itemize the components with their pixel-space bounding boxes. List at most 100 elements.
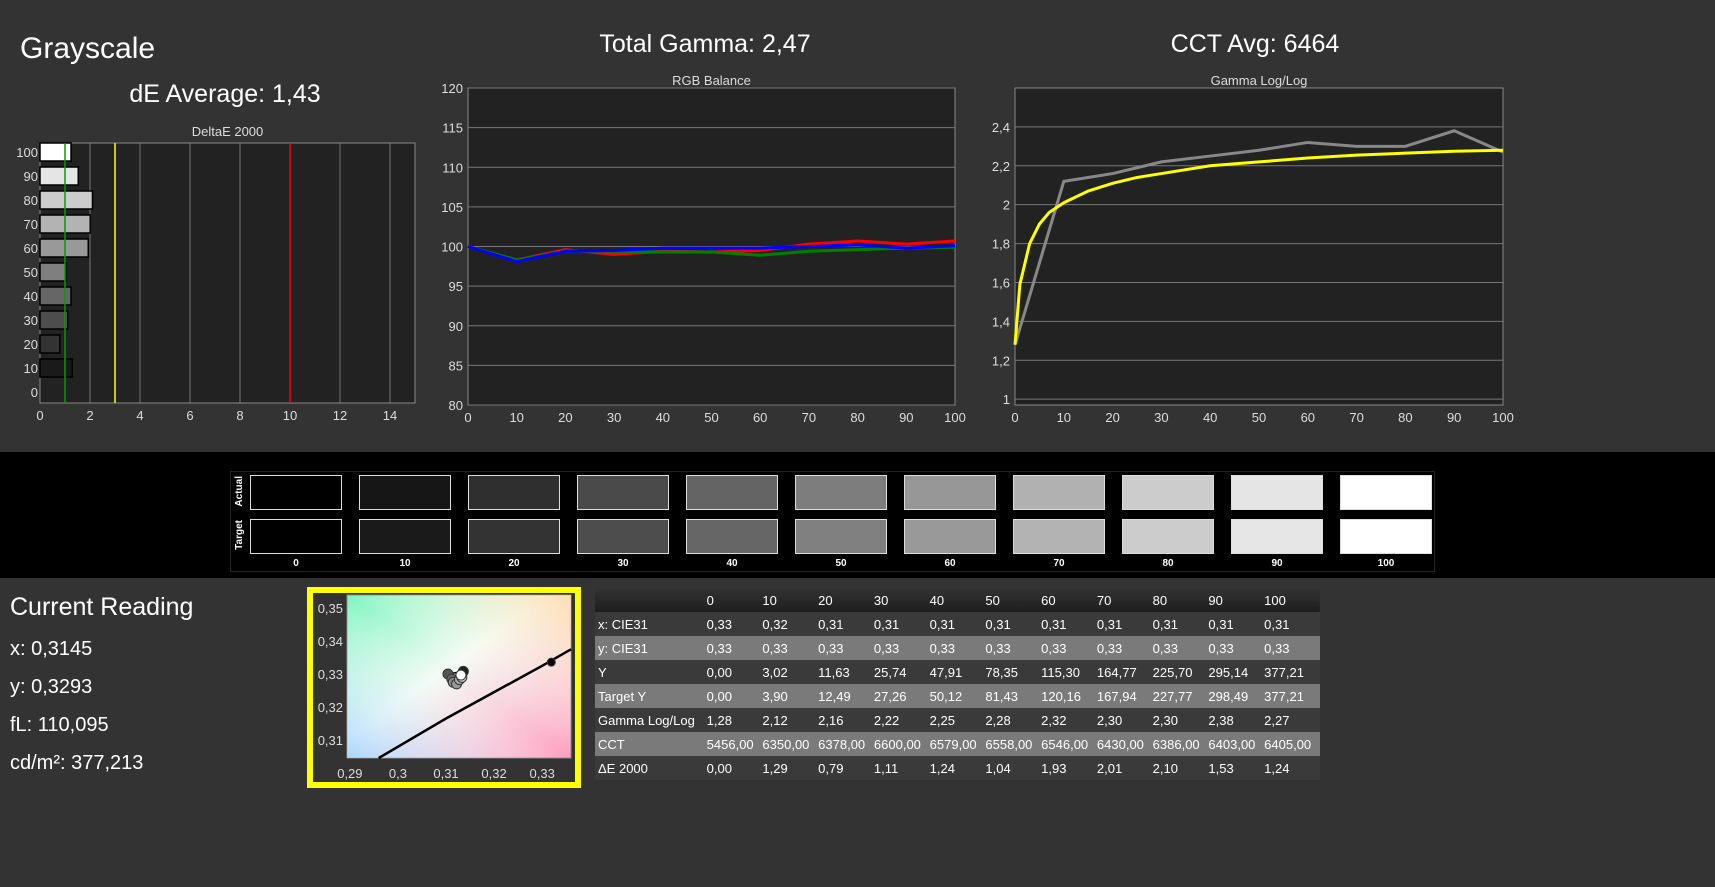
table-cell: 120,16 [1041,688,1081,704]
swatch-level-label: 90 [1271,558,1283,569]
swatch-level-label: 60 [944,558,956,569]
table-cell: 0,33 [1152,640,1178,656]
table-cell: 6579,00 [929,736,977,752]
deltae-x-tick: 10 [283,408,297,423]
gamma-x-tick: 10 [1057,410,1071,425]
actual-swatch [577,475,669,510]
deltae-chart-title: DeltaE 2000 [191,124,264,139]
actual-swatch [1340,475,1432,510]
rgb-balance-y-tick: 100 [441,240,463,255]
table-cell: 2,30 [1096,712,1123,728]
total-gamma: Total Gamma: 2,47 [599,30,811,58]
target-swatch [1231,519,1323,554]
table-row: y: CIE31 0,33 0,33 0,33 0,33 0,33 0,33 0,33 0,33… [595,636,1320,660]
row-label: Y [598,664,607,680]
gamma-y-tick: 1,4 [992,314,1010,329]
gamma-x-tick: 70 [1349,410,1363,425]
gamma-x-tick: 90 [1447,410,1461,425]
deltae-y-tick: 70 [24,217,38,232]
deltae-bar [39,238,89,258]
deltae-y-tick: 20 [24,337,38,352]
rgb-balance-x-tick: 50 [704,410,718,425]
actual-swatch [1231,475,1323,510]
table-row: CCT 5456,00 6350,00 6378,00 6600,00 6579,00 65… [595,732,1320,756]
table-cell: 0,33 [706,616,732,632]
deltae-y-tick: 10 [24,361,38,376]
target-swatch [1122,519,1214,554]
table-row: Gamma Log/Log 1,28 2,12 2,16 2,22 2,25 2,28 2,3… [595,708,1320,732]
gamma-plot-area [1014,87,1504,406]
rgb-balance-y-tick: 90 [449,319,463,334]
top-charts: 0 2 4 6 8 10 12 1401020304050607080901008085909… [16,81,1514,425]
data-table-wrap: 0 10 20 30 40 50 60 70 80 90 100 x: CIE31 0,33 0,32 0,… [595,588,1320,780]
deltae-bar [39,166,79,186]
cie-x-tick: 0,29 [337,766,362,781]
column-header: 80 [1152,592,1168,608]
target-swatch [250,519,342,554]
table-cell: 6405,00 [1264,736,1312,752]
actual-swatch [795,475,887,510]
table-cell: 1,29 [762,760,788,776]
deltae-y-tick: 90 [24,169,38,184]
cie-x-tick: 0,31 [433,766,458,781]
deltae-bar [39,334,61,354]
gamma-x-tick: 80 [1398,410,1412,425]
table-cell: 6600,00 [873,736,921,752]
table-cell: 0,33 [818,640,844,656]
rgb-balance-x-tick: 40 [656,410,670,425]
table-cell: 2,38 [1208,712,1234,728]
row-label: y: CIE31 [598,640,648,656]
rgb-balance-x-tick: 60 [753,410,767,425]
cie-x-tick: 0,33 [530,766,555,781]
table-cell: 6546,00 [1041,736,1089,752]
table-cell: 2,16 [818,712,844,728]
table-cell: 6558,00 [985,736,1033,752]
deltae-bar [39,262,67,282]
deltae-y-tick: 40 [24,289,38,304]
column-header: 0 [706,592,714,608]
gamma-y-tick: 2,4 [992,120,1010,135]
rgb-balance-x-tick: 100 [944,410,966,425]
swatch-level-label: 100 [1377,558,1395,569]
cie-point [546,657,556,667]
table-cell: 0,33 [1096,640,1123,656]
reading-y: y: 0,3293 [10,676,93,698]
table-cell: 25,74 [873,664,907,680]
table-cell: 167,94 [1096,688,1137,704]
deltae-bar [39,190,94,210]
reading-fl: fL: 110,095 [10,714,109,736]
actual-swatch [904,475,996,510]
table-cell: 0,31 [1096,616,1123,632]
deltae-y-tick: 100 [16,145,38,160]
cie-chart: 0,29 0,3 0,31 0,32 0,33 0,31 0,32 0,33 0,34 0,35 [318,594,572,781]
rgb-chart-title: RGB Balance [672,73,751,88]
column-header: 90 [1208,592,1223,608]
table-cell: 0,31 [1152,616,1178,632]
deltae-bar [39,286,72,306]
target-swatch [468,519,560,554]
table-row: Y 0,00 3,02 11,63 25,74 47,91 78,35 115,30 164,7… [595,660,1320,684]
table-cell: 0,33 [1208,640,1234,656]
gamma-x-tick: 100 [1492,410,1514,425]
column-header: 60 [1041,592,1056,608]
table-row: ΔE 2000 0,00 1,29 0,79 1,11 1,24 1,04 1,93 2,01 2… [595,756,1320,780]
table-cell: 27,26 [873,688,907,704]
table-cell: 0,00 [706,664,732,680]
cie-x-tick: 0,32 [481,766,506,781]
table-cell: 2,27 [1264,712,1290,728]
cie-x-tick: 0,3 [389,766,407,781]
table-cell: 2,25 [929,712,955,728]
cie-y-tick: 0,31 [318,733,343,748]
measurement-table: 0 10 20 30 40 50 60 70 80 90 100 x: CIE31 0,33 0,32 0,… [595,588,1320,780]
table-cell: 0,33 [1264,640,1290,656]
gamma-x-tick: 60 [1301,410,1315,425]
gamma-y-tick: 1,8 [992,237,1010,252]
gamma-x-tick: 0 [1011,410,1018,425]
deltae-x-tick: 14 [383,408,397,423]
table-header-row: 0 10 20 30 40 50 60 70 80 90 100 [595,588,1320,612]
table-cell: 0,79 [818,760,844,776]
actual-swatch [1122,475,1214,510]
table-row: x: CIE31 0,33 0,32 0,31 0,31 0,31 0,31 0,31 0,31… [595,612,1320,636]
table-cell: 1,11 [873,760,899,776]
swatch-level-label: 30 [617,558,629,569]
